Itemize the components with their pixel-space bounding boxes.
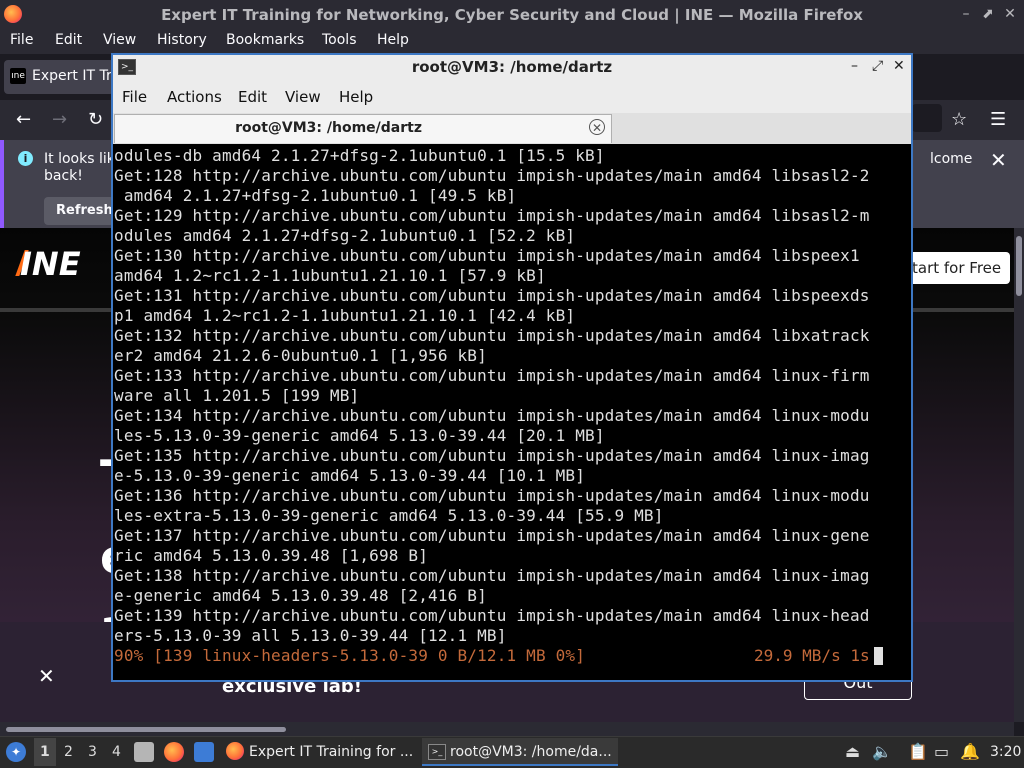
- reload-icon[interactable]: ↻: [88, 109, 103, 130]
- terminal-line: ers-5.13.0-39 all 5.13.0-39.44 [12.1 MB]: [114, 626, 507, 645]
- url-bar[interactable]: [912, 104, 942, 132]
- terminal-close-icon[interactable]: ✕: [893, 58, 905, 74]
- terminal-line: e-generic amd64 5.13.0.39.48 [2,416 B]: [114, 586, 487, 605]
- file-manager-icon[interactable]: [134, 742, 154, 762]
- terminal-menu-help[interactable]: Help: [339, 88, 373, 106]
- terminal-tab-label: root@VM3: /home/dartz: [235, 120, 422, 136]
- notification-text-2: back!: [44, 168, 83, 184]
- terminal-menu-actions[interactable]: Actions: [167, 88, 222, 106]
- minimize-icon[interactable]: –: [958, 6, 974, 22]
- ff-menu-file[interactable]: File: [10, 32, 33, 48]
- close-icon[interactable]: ✕: [1002, 6, 1018, 22]
- terminal-output: odules-db amd64 2.1.27+dfsg-2.1ubuntu0.1…: [114, 146, 894, 646]
- terminal-line: ric amd64 5.13.0.39.48 [1,698 B]: [114, 546, 429, 565]
- taskbar-firefox-label: Expert IT Training for ...: [249, 744, 414, 760]
- apt-progress-line: 90% [139 linux-headers-5.13.0-39 0 B/12.…: [114, 646, 586, 665]
- vertical-scrollbar[interactable]: [1014, 228, 1024, 722]
- terminal-line: Get:136 http://archive.ubuntu.com/ubuntu…: [114, 486, 870, 505]
- apt-download-rate: 29.9 MB/s 1s: [754, 646, 870, 665]
- terminal-line: er2 amd64 21.2.6-0ubuntu0.1 [1,956 kB]: [114, 346, 487, 365]
- start-for-free-button[interactable]: tart for Free: [900, 252, 1010, 284]
- ff-menu-edit[interactable]: Edit: [55, 32, 82, 48]
- firefox-window-title: Expert IT Training for Networking, Cyber…: [161, 6, 863, 24]
- ff-menu-help[interactable]: Help: [377, 32, 409, 48]
- workspace-3[interactable]: 3: [88, 744, 97, 760]
- terminal-line: les-5.13.0-39-generic amd64 5.13.0-39.44…: [114, 426, 605, 445]
- clock: 3:20: [990, 744, 1022, 760]
- clipboard-icon[interactable]: 📋: [908, 742, 928, 761]
- terminal-line: Get:132 http://archive.ubuntu.com/ubuntu…: [114, 326, 870, 345]
- terminal-menubar: [113, 81, 911, 114]
- ff-menu-tools[interactable]: Tools: [322, 32, 357, 48]
- hamburger-menu-icon[interactable]: ☰: [990, 109, 1006, 130]
- notification-text-3: lcome: [930, 151, 973, 167]
- taskbar-terminal-label: root@VM3: /home/da...: [450, 744, 612, 760]
- workspace-1[interactable]: 1: [40, 744, 50, 760]
- workspace-2[interactable]: 2: [64, 744, 73, 760]
- terminal-menu-file[interactable]: File: [122, 88, 147, 106]
- terminal-tab-close-icon[interactable]: ✕: [589, 119, 605, 135]
- firefox-launcher-icon[interactable]: [164, 742, 184, 762]
- terminal-maximize-icon[interactable]: ⤢: [872, 58, 883, 74]
- terminal-line: Get:133 http://archive.ubuntu.com/ubuntu…: [114, 366, 870, 385]
- terminal-menu-edit[interactable]: Edit: [238, 88, 267, 106]
- terminal-line: e-5.13.0-39-generic amd64 5.13.0-39.44 […: [114, 466, 586, 485]
- terminal-line: amd64 1.2~rc1.2-1.1ubuntu1.21.10.1 [57.9…: [114, 266, 546, 285]
- terminal-icon: >_: [428, 744, 446, 760]
- info-icon: i: [18, 151, 33, 166]
- back-icon[interactable]: ←: [16, 109, 31, 130]
- vertical-scroll-thumb[interactable]: [1016, 236, 1022, 296]
- terminal-line: odules-db amd64 2.1.27+dfsg-2.1ubuntu0.1…: [114, 146, 605, 165]
- terminal-line: les-extra-5.13.0-39-generic amd64 5.13.0…: [114, 506, 664, 525]
- terminal-line: Get:134 http://archive.ubuntu.com/ubuntu…: [114, 406, 870, 425]
- network-icon[interactable]: ▭: [934, 742, 949, 761]
- terminal-line: Get:128 http://archive.ubuntu.com/ubuntu…: [114, 166, 870, 185]
- show-desktop-icon[interactable]: [194, 742, 214, 762]
- terminal-title: root@VM3: /home/dartz: [411, 58, 613, 76]
- terminal-line: Get:130 http://archive.ubuntu.com/ubuntu…: [114, 246, 860, 265]
- terminal-line: Get:138 http://archive.ubuntu.com/ubuntu…: [114, 566, 870, 585]
- notification-text: It looks lik: [44, 151, 115, 167]
- terminal-minimize-icon[interactable]: –: [851, 58, 858, 74]
- ff-menu-view[interactable]: View: [103, 32, 136, 48]
- terminal-line: ware all 1.201.5 [199 MB]: [114, 386, 360, 405]
- firefox-icon: [226, 742, 244, 760]
- ff-menu-bookmarks[interactable]: Bookmarks: [226, 32, 304, 48]
- refresh-button[interactable]: Refresh: [44, 197, 114, 225]
- terminal-line: Get:135 http://archive.ubuntu.com/ubuntu…: [114, 446, 870, 465]
- firefox-menubar: [0, 30, 1024, 54]
- terminal-line: p1 amd64 1.2~rc1.2-1.1ubuntu1.21.10.1 [4…: [114, 306, 576, 325]
- upload-icon[interactable]: ⏏: [845, 742, 860, 761]
- terminal-line: Get:131 http://archive.ubuntu.com/ubuntu…: [114, 286, 870, 305]
- terminal-line: Get:129 http://archive.ubuntu.com/ubuntu…: [114, 206, 870, 225]
- terminal-line: Get:137 http://archive.ubuntu.com/ubuntu…: [114, 526, 870, 545]
- notification-icon[interactable]: 🔔: [960, 742, 980, 761]
- terminal-cursor: [874, 647, 883, 665]
- promo-close-icon[interactable]: ✕: [38, 664, 55, 688]
- start-menu-icon[interactable]: ✦: [6, 742, 26, 762]
- bookmark-star-icon[interactable]: ☆: [951, 109, 967, 130]
- terminal-line: Get:139 http://archive.ubuntu.com/ubuntu…: [114, 606, 870, 625]
- volume-icon[interactable]: 🔈: [872, 742, 892, 761]
- forward-icon[interactable]: →: [52, 109, 67, 130]
- ine-logo[interactable]: INE: [20, 245, 81, 283]
- workspace-4[interactable]: 4: [112, 744, 121, 760]
- notification-close-icon[interactable]: ✕: [990, 148, 1007, 172]
- maximize-icon[interactable]: ⬈: [980, 6, 996, 22]
- ine-favicon-icon: ıne: [10, 68, 26, 84]
- terminal-menu-view[interactable]: View: [285, 88, 321, 106]
- terminal-line: amd64 2.1.27+dfsg-2.1ubuntu0.1 [49.5 kB]: [114, 186, 517, 205]
- horizontal-scroll-thumb[interactable]: [6, 727, 286, 732]
- ff-menu-history[interactable]: History: [157, 32, 207, 48]
- terminal-line: odules amd64 2.1.27+dfsg-2.1ubuntu0.1 [5…: [114, 226, 576, 245]
- firefox-tab-label: Expert IT Tra: [32, 68, 121, 84]
